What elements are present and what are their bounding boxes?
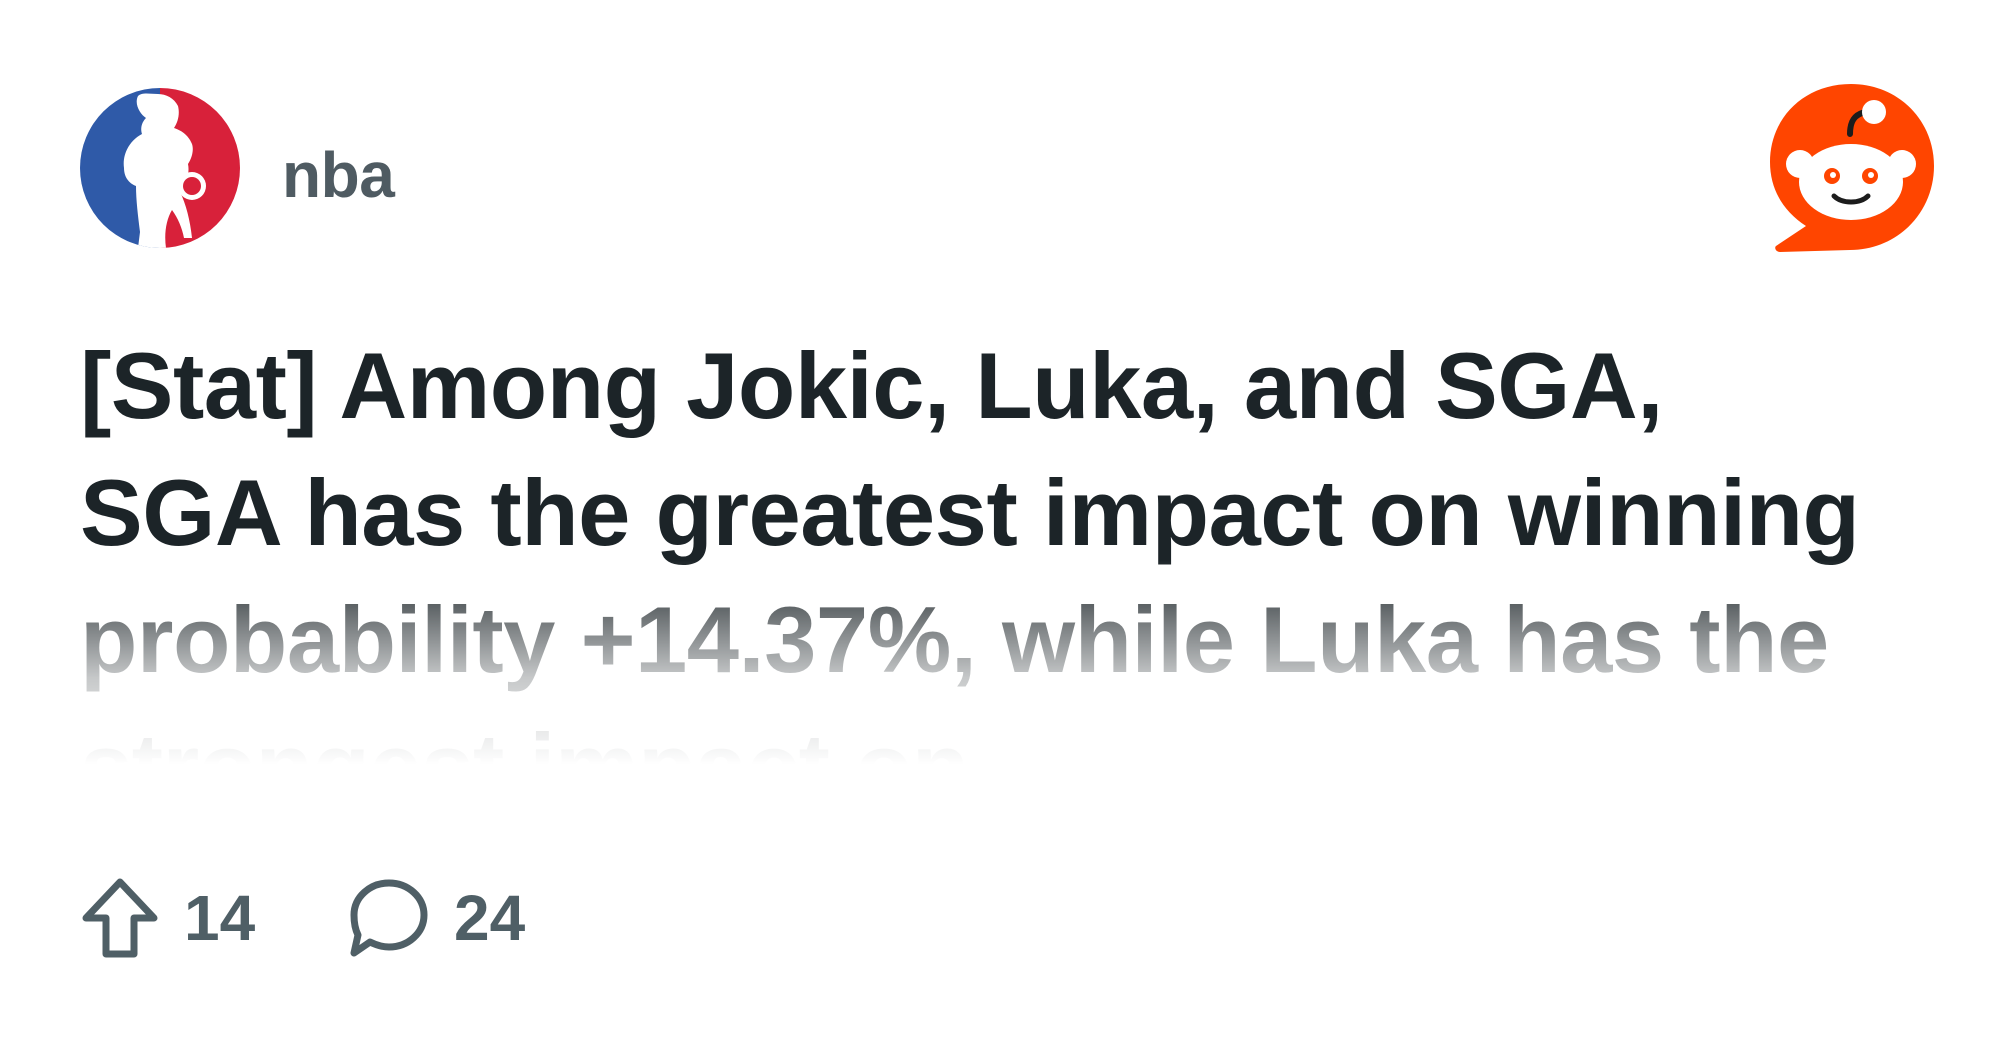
upvote-arrow-icon <box>82 878 158 958</box>
post-title[interactable]: [Stat] Among Jokic, Luka, and SGA, SGA h… <box>80 322 1860 812</box>
reddit-logo[interactable] <box>1762 78 1940 256</box>
upvote-count: 14 <box>184 882 256 954</box>
upvote-button[interactable]: 14 <box>80 868 255 968</box>
nba-logo-icon <box>80 88 240 248</box>
comment-count: 24 <box>454 882 526 954</box>
comments-button[interactable]: 24 <box>346 868 525 968</box>
subreddit-avatar[interactable] <box>80 88 240 248</box>
subreddit-name[interactable]: nba <box>282 138 395 212</box>
reddit-snoo-icon <box>1770 84 1934 252</box>
comment-bubble-icon <box>350 879 428 957</box>
post-header: nba <box>80 84 1940 258</box>
